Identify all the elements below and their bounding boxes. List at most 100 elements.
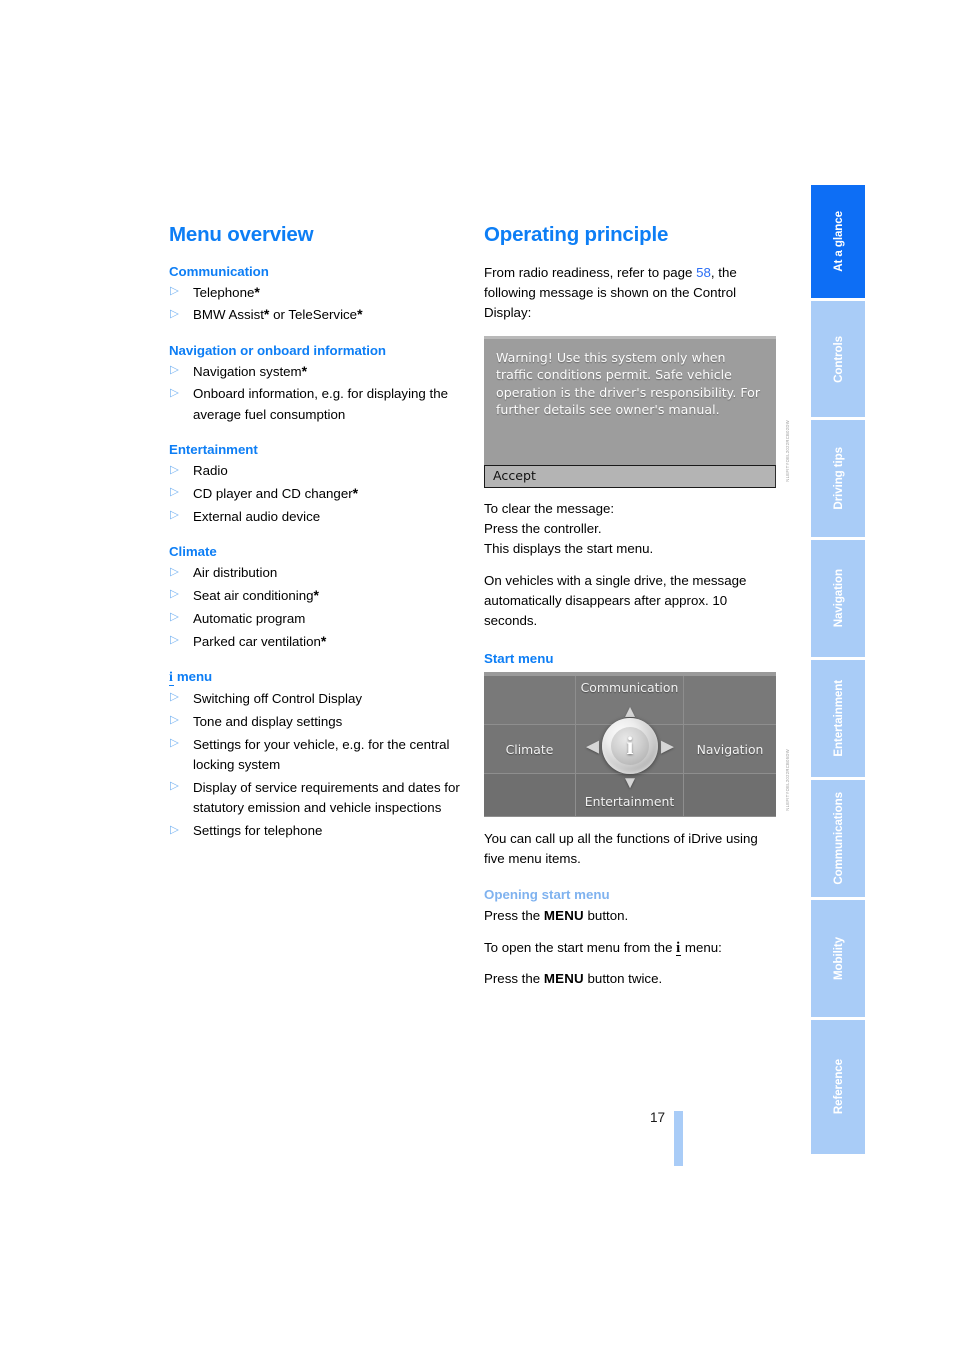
list-item-label: Parked car ventilation	[193, 633, 321, 649]
figure-start-menu: Communication Climate Navigation Enterta…	[484, 671, 790, 817]
down-arrow-icon: ▼	[621, 773, 639, 793]
instruction-text-after: button twice.	[583, 970, 663, 986]
accept-button[interactable]: Accept	[484, 464, 776, 488]
list-climate: ▷ Air distribution ▷ Seat air conditioni…	[169, 563, 461, 652]
triangle-bullet-icon: ▷	[170, 780, 179, 793]
tab-reference[interactable]: Reference	[811, 1020, 865, 1154]
opening-instruction-1: Press the MENU button.	[484, 906, 776, 926]
tab-mobility[interactable]: Mobility	[811, 900, 865, 1020]
list-item: ▷ Settings for your vehicle, e.g. for th…	[169, 735, 461, 776]
triangle-bullet-icon: ▷	[170, 565, 179, 578]
list-communication: ▷ Telephone* ▷ BMW Assist * or TeleServic…	[169, 283, 461, 326]
list-item-label: Radio	[193, 463, 228, 479]
tab-driving-tips[interactable]: Driving tips	[811, 420, 865, 540]
instruction-text-after: button.	[583, 908, 629, 924]
list-item: ▷ Telephone*	[169, 283, 461, 303]
triangle-bullet-icon: ▷	[170, 509, 179, 522]
list-item: ▷ External audio device	[169, 507, 461, 527]
figure-id-code: NLEFITYOEL2022RCB02DW	[785, 419, 790, 482]
tab-label: At a glance	[831, 211, 845, 272]
list-item: ▷ Display of service requirements and da…	[169, 778, 461, 819]
opening-instruction-2: To open the start menu from the i menu:	[484, 938, 776, 958]
instruction-text-after: menu:	[681, 939, 722, 955]
list-item: ▷ Parked car ventilation*	[169, 632, 461, 652]
menu-item-communication-label: Communication	[580, 679, 679, 695]
list-item: ▷ Switching off Control Display	[169, 689, 461, 709]
triangle-bullet-icon: ▷	[170, 691, 179, 704]
triangle-bullet-icon: ▷	[170, 823, 179, 836]
start-menu-screenshot: Communication Climate Navigation Enterta…	[484, 671, 776, 817]
menu-button-key: MENU	[543, 970, 584, 986]
right-column: Operating principle From radio readiness…	[484, 223, 790, 989]
optional-marker-icon: *	[254, 283, 260, 300]
list-item: ▷ Radio	[169, 461, 461, 481]
optional-marker-icon: *	[357, 306, 363, 323]
grid-cell-empty-bottom-right	[684, 774, 776, 817]
instruction-text-before: Press the	[484, 970, 544, 986]
menu-item-climate[interactable]: Climate	[484, 724, 576, 775]
list-item-label-2: or TeleService	[269, 307, 358, 323]
list-navigation-onboard: ▷ Navigation system* ▷ Onboard informati…	[169, 362, 461, 426]
page-number: 17	[650, 1110, 666, 1125]
subheading-opening-start-menu: Opening start menu	[484, 887, 610, 903]
menu-item-navigation-label: Navigation	[696, 741, 764, 757]
tab-entertainment[interactable]: Entertainment	[811, 660, 865, 780]
triangle-bullet-icon: ▷	[170, 737, 179, 750]
list-item: ▷ BMW Assist* or TeleService*	[169, 305, 461, 325]
tab-navigation[interactable]: Navigation	[811, 540, 865, 660]
accept-button-label: Accept	[493, 467, 536, 483]
menu-item-entertainment-label: Entertainment	[584, 793, 675, 809]
tab-at-a-glance[interactable]: At a glance	[811, 185, 865, 301]
triangle-bullet-icon: ▷	[170, 714, 179, 727]
page-cross-reference-link[interactable]: 58	[696, 265, 711, 280]
left-arrow-icon: ◀	[586, 736, 600, 756]
tab-label: Driving tips	[831, 447, 845, 510]
optional-marker-icon: *	[313, 586, 319, 603]
section-title-operating-principle: Operating principle	[484, 223, 669, 246]
grid-cell-empty-bottom-left	[484, 774, 576, 817]
list-item: ▷ Settings for telephone	[169, 821, 461, 841]
triangle-bullet-icon: ▷	[170, 285, 179, 297]
list-item: ▷ Navigation system*	[169, 362, 461, 382]
warning-message-text: Warning! Use this system only when traff…	[496, 349, 761, 418]
tab-label: Navigation	[831, 569, 845, 628]
figure-id-code: NLEFITYOEL2022RCB05DW	[785, 748, 790, 811]
single-drive-note: On vehicles with a single drive, the mes…	[484, 572, 747, 629]
intro-paragraph: From radio readiness, refer to page 58, …	[484, 263, 776, 324]
manual-page: Menu overview Communication ▷ Telephone*…	[0, 0, 954, 1351]
section-heading-climate: Climate	[169, 544, 217, 560]
list-item-label: Settings for telephone	[193, 823, 323, 839]
list-item-label: Automatic program	[193, 610, 306, 626]
start-menu-note: You can call up all the functions of iDr…	[484, 830, 758, 866]
menu-item-navigation[interactable]: Navigation	[684, 724, 776, 775]
idrive-controller-graphic[interactable]: ▲ ▶ ▼ ◀ i	[586, 703, 674, 793]
triangle-bullet-icon: ▷	[170, 386, 179, 399]
list-item-label: Settings for your vehicle, e.g. for the …	[193, 736, 450, 773]
tab-communications[interactable]: Communications	[811, 780, 865, 900]
clear-message-line-2: Press the controller.	[484, 520, 602, 536]
tab-label: Mobility	[831, 937, 845, 980]
list-item-label: CD player and CD changer	[193, 485, 353, 501]
list-item: ▷ CD player and CD changer*	[169, 484, 461, 504]
list-item-label: Tone and display settings	[193, 713, 343, 729]
list-item-label: BMW Assist	[193, 307, 264, 323]
controller-knob: i	[602, 718, 658, 775]
list-item-label: Switching off Control Display	[193, 690, 362, 706]
grid-cell-empty-top-left	[484, 675, 576, 725]
list-item-label: Seat air conditioning	[193, 587, 314, 603]
opening-instruction-3: Press the MENU button twice.	[484, 969, 776, 989]
page-edge-marker	[674, 1111, 683, 1166]
grid-cell-empty-top-right	[684, 675, 776, 725]
list-item-label: Display of service requirements and date…	[193, 779, 460, 816]
chapter-tab-rail: At a glance Controls Driving tips Naviga…	[811, 185, 865, 1154]
list-item-label: Air distribution	[193, 565, 278, 581]
list-item-label: Telephone	[193, 284, 255, 300]
i-info-glyph-icon: i	[626, 732, 634, 760]
section-heading-i-menu-label: menu	[176, 668, 213, 684]
list-item: ▷ Air distribution	[169, 563, 461, 583]
list-entertainment: ▷ Radio ▷ CD player and CD changer* ▷ Ex…	[169, 461, 461, 527]
triangle-bullet-icon: ▷	[170, 634, 179, 647]
tab-label: Communications	[831, 792, 845, 885]
tab-controls[interactable]: Controls	[811, 301, 865, 420]
triangle-bullet-icon: ▷	[170, 486, 179, 499]
